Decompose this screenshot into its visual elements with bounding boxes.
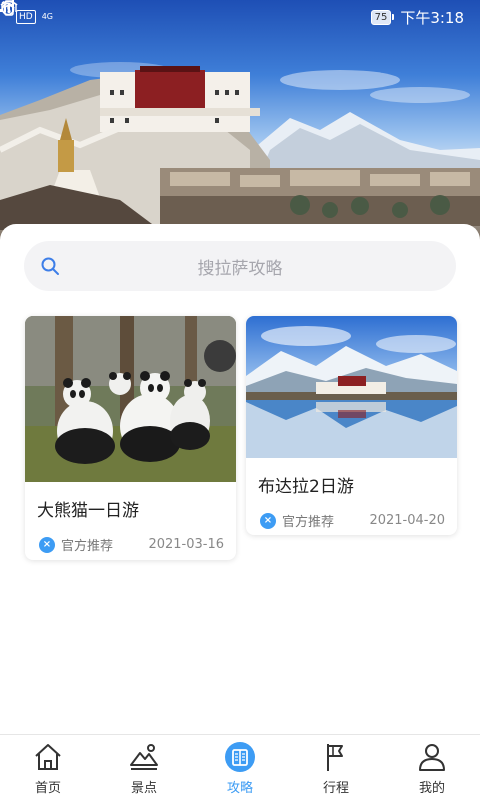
- official-badge: × 官方推荐: [39, 535, 113, 554]
- bottom-nav: 首页 景点 攻略 行程 我的: [0, 734, 480, 800]
- card-meta: × 官方推荐 2021-04-20: [246, 511, 457, 530]
- official-badge: × 官方推荐: [260, 511, 334, 530]
- nav-item-guides[interactable]: 攻略: [192, 735, 288, 800]
- flag-icon: [327, 744, 343, 771]
- card-meta: × 官方推荐 2021-03-16: [25, 535, 236, 554]
- badge-label: 官方推荐: [282, 515, 335, 530]
- search-bar[interactable]: 搜拉萨攻略: [24, 241, 456, 291]
- card-title: 布达拉2日游: [258, 477, 354, 497]
- content-sheet: 搜拉萨攻略 大熊猫一日游 × 官方推荐 2021-03-16 布达拉2日游 × …: [0, 224, 480, 734]
- vibrate-icon: [1, 0, 17, 16]
- battery-indicator: 75: [370, 9, 395, 25]
- search-icon: [41, 257, 59, 275]
- card-title: 大熊猫一日游: [37, 501, 139, 521]
- potala-lake-photo: [246, 316, 457, 458]
- nav-item-itinerary[interactable]: 行程: [288, 735, 384, 800]
- nav-item-profile[interactable]: 我的: [384, 735, 480, 800]
- book-icon: [225, 742, 255, 772]
- home-icon: [35, 744, 61, 770]
- panda-photo: [25, 316, 236, 482]
- user-icon: [419, 744, 445, 771]
- network-type: 4G: [41, 12, 53, 21]
- clock: 下午3:18: [400, 8, 464, 27]
- hd-indicator: HD: [16, 10, 36, 24]
- hero-image-potala-palace: HD 4G 75 下午3:18: [0, 0, 480, 250]
- official-recommend-icon: ×: [39, 536, 55, 553]
- nav-item-attractions[interactable]: 景点: [96, 735, 192, 800]
- official-recommend-icon: ×: [260, 512, 276, 529]
- battery-level: 75: [370, 9, 392, 25]
- nav-item-home[interactable]: 首页: [0, 735, 96, 800]
- nav-label: 景点: [130, 781, 157, 796]
- nav-label: 首页: [34, 781, 61, 796]
- card-date: 2021-04-20: [369, 513, 445, 528]
- guide-card-panda[interactable]: 大熊猫一日游 × 官方推荐 2021-03-16: [25, 316, 236, 560]
- card-date: 2021-03-16: [148, 537, 224, 552]
- guide-card-potala[interactable]: 布达拉2日游 × 官方推荐 2021-04-20: [246, 316, 457, 535]
- search-placeholder: 搜拉萨攻略: [197, 258, 283, 279]
- status-bar: HD 4G 75 下午3:18: [0, 0, 480, 34]
- nav-label: 攻略: [226, 781, 253, 796]
- mountain-icon: [130, 744, 158, 770]
- battery-tip: [392, 14, 395, 20]
- badge-label: 官方推荐: [61, 539, 114, 554]
- nav-label: 我的: [418, 781, 445, 796]
- nav-label: 行程: [322, 781, 349, 796]
